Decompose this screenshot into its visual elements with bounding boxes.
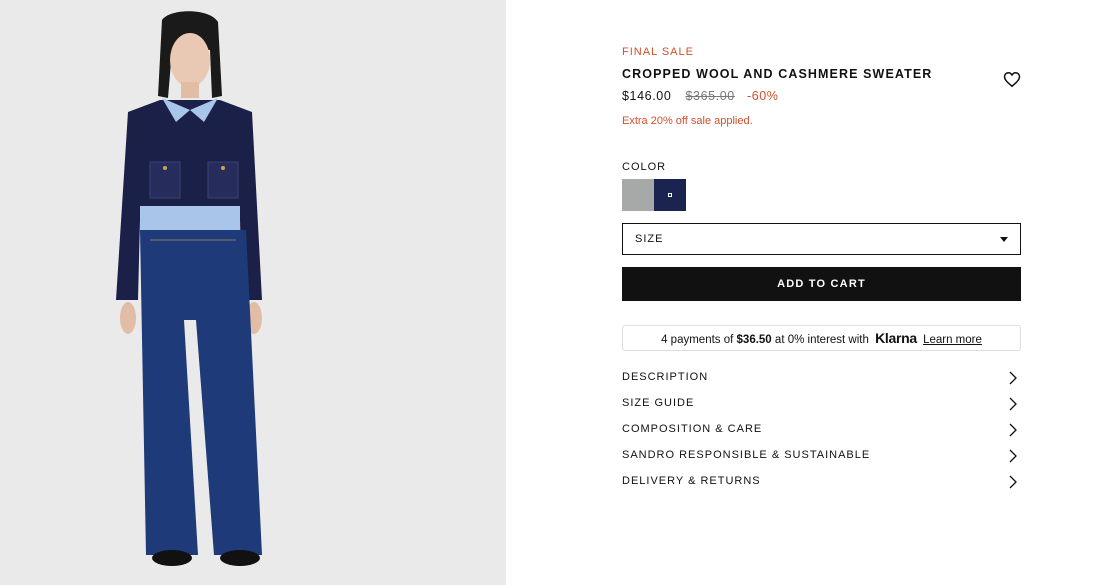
price-row: $146.00 $365.00 -60% [622,89,779,103]
accordion-label: COMPOSITION & CARE [622,423,763,435]
extra-discount-note: Extra 20% off sale applied. [622,115,753,127]
klarna-middle: at 0% interest with [774,334,869,346]
accordion-label: DESCRIPTION [622,371,709,383]
klarna-banner: 4 payments of $36.50 at 0% interest with… [622,325,1021,351]
model-illustration [116,11,262,566]
accordion-composition-care[interactable]: COMPOSITION & CARE [622,419,1021,441]
product-title: CROPPED WOOL AND CASHMERE SWEATER [622,67,933,81]
size-dropdown[interactable]: SIZE [622,223,1021,255]
accordion-label: SIZE GUIDE [622,397,695,409]
accordion-responsible-sustainable[interactable]: SANDRO RESPONSIBLE & SUSTAINABLE [622,445,1021,467]
caret-down-icon [1000,237,1008,242]
klarna-amount: $36.50 [736,334,772,346]
accordion-label: SANDRO RESPONSIBLE & SUSTAINABLE [622,449,871,461]
sale-price: $146.00 [622,89,672,103]
color-swatch-grey[interactable] [622,179,654,211]
chevron-right-icon [1009,371,1017,385]
original-price: $365.00 [685,89,735,103]
accordion-size-guide[interactable]: SIZE GUIDE [622,393,1021,415]
klarna-logo: Klarna [875,330,917,346]
color-swatch-navy[interactable] [654,179,686,211]
chevron-right-icon [1009,423,1017,437]
wishlist-button[interactable] [1003,71,1023,89]
klarna-prefix: 4 payments of [661,334,734,346]
add-to-cart-button[interactable]: ADD TO CART [622,267,1021,301]
color-label: COLOR [622,161,667,173]
final-sale-badge: FINAL SALE [622,46,694,58]
size-dropdown-label: SIZE [635,233,664,245]
heart-icon [1003,71,1021,88]
klarna-learn-more-link[interactable]: Learn more [923,334,982,346]
chevron-right-icon [1009,449,1017,463]
product-info-panel: FINAL SALE CROPPED WOOL AND CASHMERE SWE… [622,0,1022,585]
selected-indicator [668,193,672,197]
chevron-right-icon [1009,475,1017,489]
accordion-delivery-returns[interactable]: DELIVERY & RETURNS [622,471,1021,493]
chevron-right-icon [1009,397,1017,411]
accordion-label: DELIVERY & RETURNS [622,475,761,487]
accordion-description[interactable]: DESCRIPTION [622,367,1021,389]
product-image[interactable] [0,0,506,585]
discount-percent: -60% [746,89,779,103]
